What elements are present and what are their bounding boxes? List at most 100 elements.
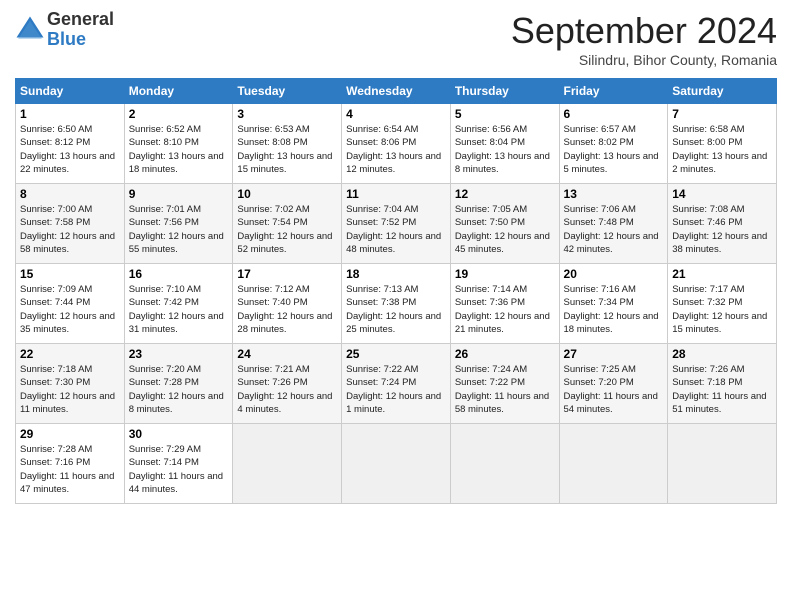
- day-info: Sunrise: 6:54 AMSunset: 8:06 PMDaylight:…: [346, 123, 446, 176]
- day-info: Sunrise: 7:14 AMSunset: 7:36 PMDaylight:…: [455, 283, 555, 336]
- day-number: 18: [346, 267, 446, 281]
- table-row: 27 Sunrise: 7:25 AMSunset: 7:20 PMDayligh…: [559, 344, 668, 424]
- header-thursday: Thursday: [450, 79, 559, 104]
- title-block: September 2024 Silindru, Bihor County, R…: [511, 10, 777, 68]
- day-number: 29: [20, 427, 120, 441]
- table-row: 20 Sunrise: 7:16 AMSunset: 7:34 PMDayligh…: [559, 264, 668, 344]
- header-friday: Friday: [559, 79, 668, 104]
- table-row: 8 Sunrise: 7:00 AMSunset: 7:58 PMDaylight…: [16, 184, 125, 264]
- table-row: 1 Sunrise: 6:50 AMSunset: 8:12 PMDaylight…: [16, 104, 125, 184]
- day-number: 30: [129, 427, 229, 441]
- calendar-row: 29 Sunrise: 7:28 AMSunset: 7:16 PMDayligh…: [16, 424, 777, 504]
- table-row: 11Sunrise: 7:04 AMSunset: 7:52 PMDayligh…: [342, 184, 451, 264]
- day-info: Sunrise: 7:17 AMSunset: 7:32 PMDaylight:…: [672, 283, 772, 336]
- day-number: 8: [20, 187, 120, 201]
- table-row: 16 Sunrise: 7:10 AMSunset: 7:42 PMDayligh…: [124, 264, 233, 344]
- table-row: 7Sunrise: 6:58 AMSunset: 8:00 PMDaylight…: [668, 104, 777, 184]
- day-number: 21: [672, 267, 772, 281]
- day-info: Sunrise: 7:02 AMSunset: 7:54 PMDaylight:…: [237, 203, 337, 256]
- day-info: Sunrise: 7:28 AMSunset: 7:16 PMDaylight:…: [20, 443, 120, 496]
- calendar-row: 8 Sunrise: 7:00 AMSunset: 7:58 PMDaylight…: [16, 184, 777, 264]
- table-row: 3 Sunrise: 6:53 AMSunset: 8:08 PMDaylight…: [233, 104, 342, 184]
- day-number: 25: [346, 347, 446, 361]
- day-info: Sunrise: 7:08 AMSunset: 7:46 PMDaylight:…: [672, 203, 772, 256]
- calendar-row: 1 Sunrise: 6:50 AMSunset: 8:12 PMDaylight…: [16, 104, 777, 184]
- day-number: 5: [455, 107, 555, 121]
- day-info: Sunrise: 6:50 AMSunset: 8:12 PMDaylight:…: [20, 123, 120, 176]
- day-number: 9: [129, 187, 229, 201]
- day-number: 17: [237, 267, 337, 281]
- day-info: Sunrise: 7:06 AMSunset: 7:48 PMDaylight:…: [564, 203, 664, 256]
- logo: General Blue: [15, 10, 114, 50]
- day-info: Sunrise: 6:56 AMSunset: 8:04 PMDaylight:…: [455, 123, 555, 176]
- day-number: 11: [346, 187, 446, 201]
- table-row: 2 Sunrise: 6:52 AMSunset: 8:10 PMDaylight…: [124, 104, 233, 184]
- days-header-row: Sunday Monday Tuesday Wednesday Thursday…: [16, 79, 777, 104]
- header-wednesday: Wednesday: [342, 79, 451, 104]
- calendar-row: 22 Sunrise: 7:18 AMSunset: 7:30 PMDayligh…: [16, 344, 777, 424]
- header-tuesday: Tuesday: [233, 79, 342, 104]
- day-info: Sunrise: 7:13 AMSunset: 7:38 PMDaylight:…: [346, 283, 446, 336]
- header-monday: Monday: [124, 79, 233, 104]
- day-info: Sunrise: 7:24 AMSunset: 7:22 PMDaylight:…: [455, 363, 555, 416]
- day-info: Sunrise: 7:21 AMSunset: 7:26 PMDaylight:…: [237, 363, 337, 416]
- day-number: 24: [237, 347, 337, 361]
- day-info: Sunrise: 7:29 AMSunset: 7:14 PMDaylight:…: [129, 443, 229, 496]
- day-info: Sunrise: 6:52 AMSunset: 8:10 PMDaylight:…: [129, 123, 229, 176]
- table-row: 9 Sunrise: 7:01 AMSunset: 7:56 PMDaylight…: [124, 184, 233, 264]
- day-number: 2: [129, 107, 229, 121]
- table-row: [559, 424, 668, 504]
- location-subtitle: Silindru, Bihor County, Romania: [511, 52, 777, 68]
- table-row: 28 Sunrise: 7:26 AMSunset: 7:18 PMDayligh…: [668, 344, 777, 424]
- day-number: 28: [672, 347, 772, 361]
- table-row: 17 Sunrise: 7:12 AMSunset: 7:40 PMDayligh…: [233, 264, 342, 344]
- day-number: 7: [672, 107, 772, 121]
- day-info: Sunrise: 6:57 AMSunset: 8:02 PMDaylight:…: [564, 123, 664, 176]
- day-number: 16: [129, 267, 229, 281]
- table-row: 25 Sunrise: 7:22 AMSunset: 7:24 PMDayligh…: [342, 344, 451, 424]
- day-info: Sunrise: 7:20 AMSunset: 7:28 PMDaylight:…: [129, 363, 229, 416]
- day-info: Sunrise: 7:10 AMSunset: 7:42 PMDaylight:…: [129, 283, 229, 336]
- day-info: Sunrise: 7:01 AMSunset: 7:56 PMDaylight:…: [129, 203, 229, 256]
- table-row: 24 Sunrise: 7:21 AMSunset: 7:26 PMDayligh…: [233, 344, 342, 424]
- table-row: 6Sunrise: 6:57 AMSunset: 8:02 PMDaylight…: [559, 104, 668, 184]
- table-row: [233, 424, 342, 504]
- page-container: General Blue September 2024 Silindru, Bi…: [0, 0, 792, 514]
- day-info: Sunrise: 7:12 AMSunset: 7:40 PMDaylight:…: [237, 283, 337, 336]
- table-row: 19Sunrise: 7:14 AMSunset: 7:36 PMDayligh…: [450, 264, 559, 344]
- day-info: Sunrise: 7:00 AMSunset: 7:58 PMDaylight:…: [20, 203, 120, 256]
- day-info: Sunrise: 7:16 AMSunset: 7:34 PMDaylight:…: [564, 283, 664, 336]
- day-info: Sunrise: 7:26 AMSunset: 7:18 PMDaylight:…: [672, 363, 772, 416]
- day-number: 27: [564, 347, 664, 361]
- day-number: 20: [564, 267, 664, 281]
- day-number: 10: [237, 187, 337, 201]
- header-sunday: Sunday: [16, 79, 125, 104]
- day-number: 26: [455, 347, 555, 361]
- day-info: Sunrise: 7:25 AMSunset: 7:20 PMDaylight:…: [564, 363, 664, 416]
- table-row: 4 Sunrise: 6:54 AMSunset: 8:06 PMDaylight…: [342, 104, 451, 184]
- table-row: 29 Sunrise: 7:28 AMSunset: 7:16 PMDayligh…: [16, 424, 125, 504]
- day-number: 23: [129, 347, 229, 361]
- table-row: 23 Sunrise: 7:20 AMSunset: 7:28 PMDayligh…: [124, 344, 233, 424]
- table-row: 22 Sunrise: 7:18 AMSunset: 7:30 PMDayligh…: [16, 344, 125, 424]
- table-row: 14 Sunrise: 7:08 AMSunset: 7:46 PMDayligh…: [668, 184, 777, 264]
- table-row: 18 Sunrise: 7:13 AMSunset: 7:38 PMDayligh…: [342, 264, 451, 344]
- table-row: 5 Sunrise: 6:56 AMSunset: 8:04 PMDaylight…: [450, 104, 559, 184]
- day-number: 4: [346, 107, 446, 121]
- day-number: 1: [20, 107, 120, 121]
- day-info: Sunrise: 7:22 AMSunset: 7:24 PMDaylight:…: [346, 363, 446, 416]
- day-info: Sunrise: 7:09 AMSunset: 7:44 PMDaylight:…: [20, 283, 120, 336]
- table-row: 15Sunrise: 7:09 AMSunset: 7:44 PMDayligh…: [16, 264, 125, 344]
- day-info: Sunrise: 6:53 AMSunset: 8:08 PMDaylight:…: [237, 123, 337, 176]
- day-info: Sunrise: 7:18 AMSunset: 7:30 PMDaylight:…: [20, 363, 120, 416]
- month-title: September 2024: [511, 10, 777, 52]
- day-number: 22: [20, 347, 120, 361]
- page-header: General Blue September 2024 Silindru, Bi…: [15, 10, 777, 68]
- table-row: 30 Sunrise: 7:29 AMSunset: 7:14 PMDayligh…: [124, 424, 233, 504]
- calendar-row: 15Sunrise: 7:09 AMSunset: 7:44 PMDayligh…: [16, 264, 777, 344]
- day-number: 14: [672, 187, 772, 201]
- logo-text: General Blue: [47, 10, 114, 50]
- day-number: 3: [237, 107, 337, 121]
- table-row: 26 Sunrise: 7:24 AMSunset: 7:22 PMDayligh…: [450, 344, 559, 424]
- table-row: 10 Sunrise: 7:02 AMSunset: 7:54 PMDayligh…: [233, 184, 342, 264]
